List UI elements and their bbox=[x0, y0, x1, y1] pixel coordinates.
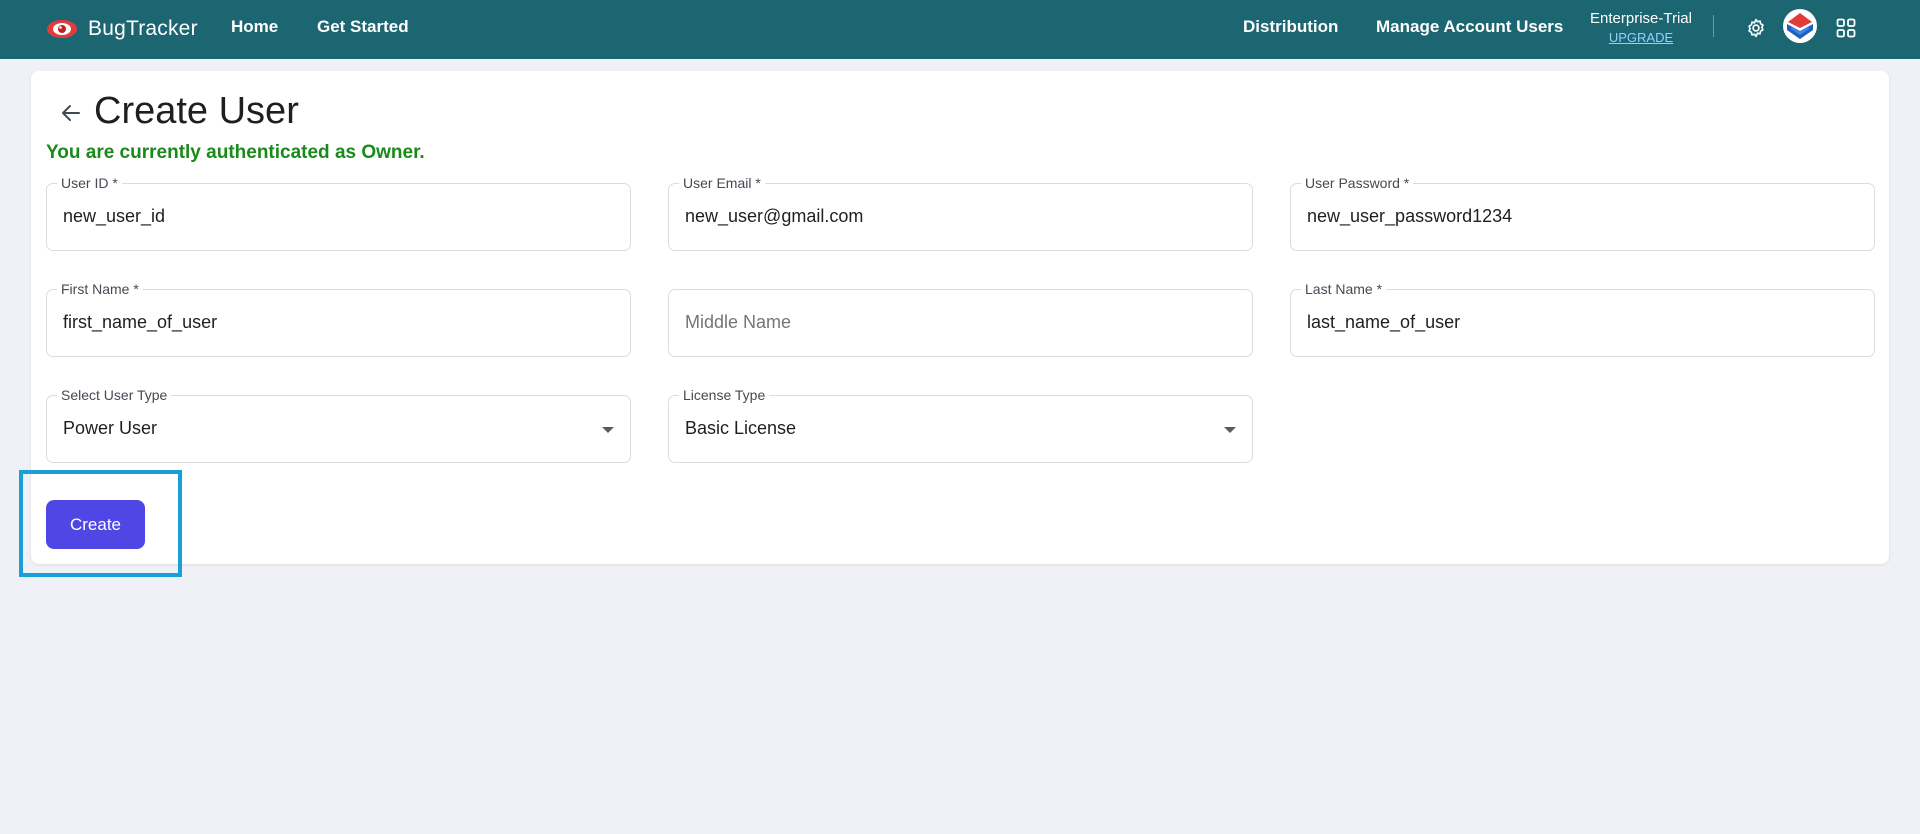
last-name-field[interactable]: Last Name * bbox=[1290, 281, 1875, 357]
user-id-field[interactable]: User ID * bbox=[46, 175, 631, 251]
auth-status-message: You are currently authenticated as Owner… bbox=[46, 142, 425, 163]
eye-logo-icon bbox=[47, 20, 77, 38]
middle-name-input[interactable] bbox=[685, 312, 1225, 333]
last-name-input[interactable] bbox=[1307, 312, 1847, 333]
plan-name: Enterprise-Trial bbox=[1590, 10, 1692, 27]
nav-link-home[interactable]: Home bbox=[231, 17, 278, 37]
first-name-input[interactable] bbox=[63, 312, 603, 333]
license-type-label: License Type bbox=[679, 387, 770, 403]
avatar[interactable] bbox=[1782, 8, 1818, 44]
plan-info: Enterprise-Trial UPGRADE bbox=[1586, 9, 1696, 47]
user-password-field[interactable]: User Password * bbox=[1290, 175, 1875, 251]
nav-link-distribution[interactable]: Distribution bbox=[1243, 17, 1338, 37]
create-button[interactable]: Create bbox=[46, 500, 145, 549]
user-password-input[interactable] bbox=[1307, 206, 1847, 227]
caret-down-icon bbox=[1224, 427, 1236, 433]
license-type-select[interactable]: License Type Basic License bbox=[668, 387, 1253, 463]
brand-name: BugTracker bbox=[88, 17, 198, 40]
page-title: Create User bbox=[94, 90, 299, 132]
user-id-label: User ID * bbox=[57, 175, 122, 191]
user-email-field[interactable]: User Email * bbox=[668, 175, 1253, 251]
user-type-select[interactable]: Select User Type Power User bbox=[46, 387, 631, 463]
user-email-input[interactable] bbox=[685, 206, 1225, 227]
arrow-left-icon[interactable] bbox=[56, 98, 86, 128]
apps-grid-icon[interactable] bbox=[1835, 17, 1857, 39]
gear-icon[interactable] bbox=[1744, 16, 1768, 40]
upgrade-link[interactable]: UPGRADE bbox=[1586, 28, 1696, 47]
caret-down-icon bbox=[602, 427, 614, 433]
user-password-label: User Password * bbox=[1301, 175, 1414, 191]
middle-name-field[interactable] bbox=[668, 289, 1253, 357]
first-name-label: First Name * bbox=[57, 281, 143, 297]
first-name-field[interactable]: First Name * bbox=[46, 281, 631, 357]
last-name-label: Last Name * bbox=[1301, 281, 1387, 297]
header-divider bbox=[1713, 15, 1714, 37]
license-type-value: Basic License bbox=[685, 418, 797, 438]
user-id-input[interactable] bbox=[63, 206, 603, 227]
user-type-label: Select User Type bbox=[57, 387, 172, 403]
user-email-label: User Email * bbox=[679, 175, 765, 191]
brand[interactable]: BugTracker bbox=[46, 14, 198, 44]
nav-link-manage-account-users[interactable]: Manage Account Users bbox=[1376, 17, 1563, 37]
user-type-value: Power User bbox=[63, 418, 158, 438]
nav-link-get-started[interactable]: Get Started bbox=[317, 17, 409, 37]
top-navigation-bar: BugTracker Home Get Started Distribution… bbox=[0, 0, 1920, 59]
